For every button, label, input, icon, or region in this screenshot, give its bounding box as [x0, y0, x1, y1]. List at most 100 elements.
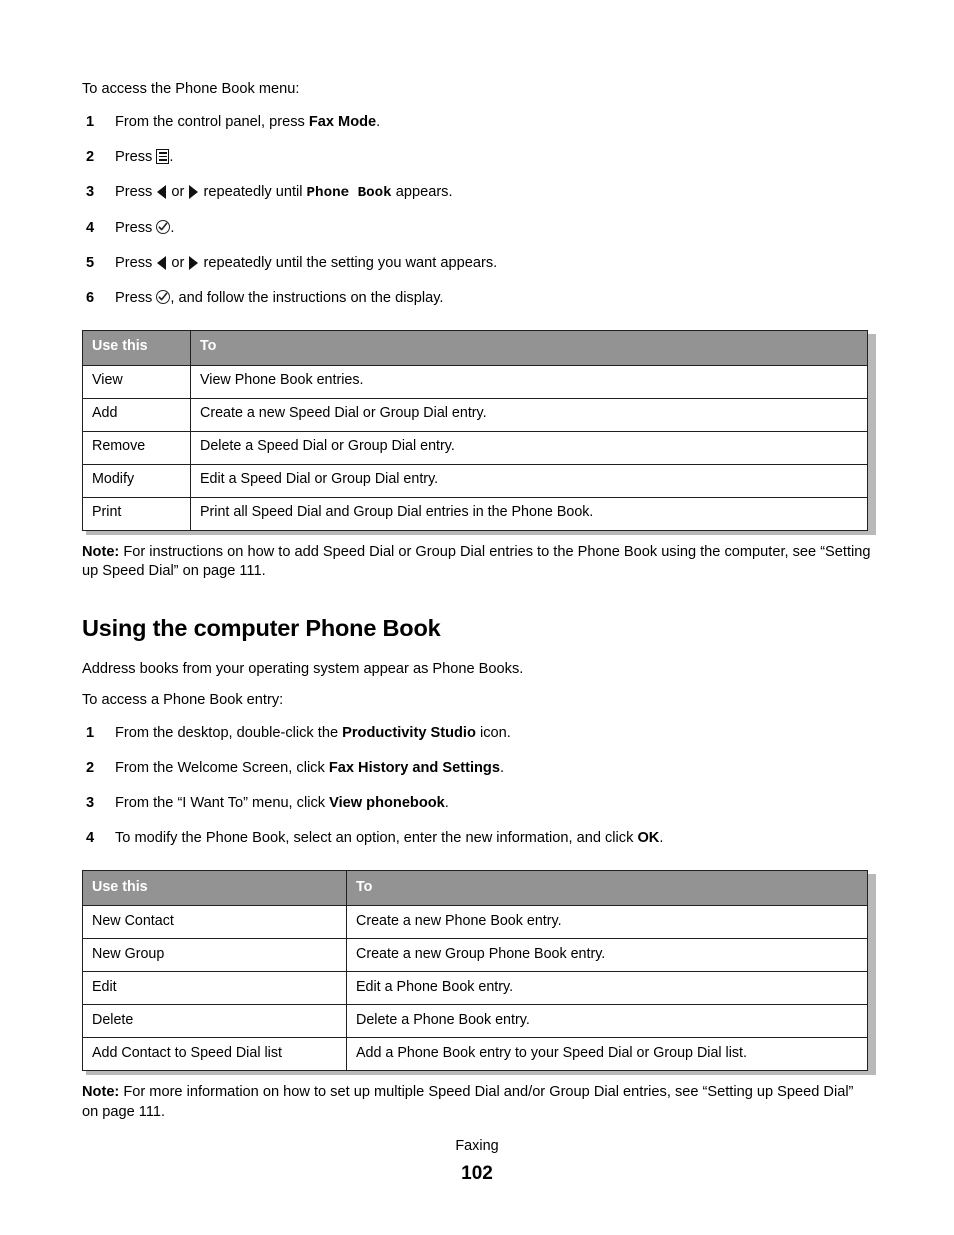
select-check-icon [156, 289, 171, 304]
arrow-left-icon [157, 185, 167, 200]
table-header-row: Use this To [82, 870, 868, 907]
control-panel-step-2: 2 Press . [82, 148, 872, 167]
control-panel-step-1: 1 From the control panel, press Fax Mode. [82, 113, 872, 132]
note-label: Note: [82, 543, 120, 560]
step-number: 6 [86, 289, 95, 306]
table-row: Print Print all Speed Dial and Group Dial… [82, 496, 868, 531]
step-text: From the “I Want To” menu, click View ph… [115, 795, 449, 812]
document-page: To access the Phone Book menu: 1 From the… [0, 0, 954, 1235]
option-description-cell: Add a Phone Book entry to your Speed Dia… [346, 1037, 868, 1072]
table-row: Edit Edit a Phone Book entry. [82, 971, 868, 1006]
step-number: 1 [86, 114, 95, 131]
option-description-cell: Create a new Speed Dial or Group Dial en… [190, 397, 868, 432]
option-description-cell: Edit a Speed Dial or Group Dial entry. [190, 463, 868, 498]
option-description-cell: Print all Speed Dial and Group Dial entr… [190, 496, 868, 531]
note-text: For instructions on how to add Speed Dia… [82, 543, 871, 580]
computer-phonebook-options-table: Use this To New Contact Create a new Phone… [82, 870, 868, 1072]
table-row: View View Phone Book entries. [82, 364, 868, 399]
computer-phonebook-steps-list: 1 From the desktop, double-click the Prod… [82, 724, 872, 848]
option-name-cell: Delete [82, 1004, 347, 1039]
step-text: From the control panel, press Fax Mode. [115, 114, 381, 131]
menu-icon [156, 149, 170, 165]
option-name-cell: New Contact [82, 905, 347, 940]
arrow-right-icon [189, 255, 199, 270]
computer-phonebook-step-4: 4 To modify the Phone Book, select an opt… [82, 829, 872, 848]
select-check-icon [156, 219, 171, 234]
control-panel-table-wrapper: Use this To View View Phone Book entries. A… [82, 329, 876, 535]
option-name-cell: Add Contact to Speed Dial list [82, 1037, 347, 1072]
step-number: 1 [86, 725, 95, 742]
step-number: 3 [86, 795, 95, 812]
note-label: Note: [82, 1084, 120, 1101]
option-name-cell: Remove [82, 430, 191, 465]
emphasis-text: OK [637, 830, 660, 847]
control-panel-step-4: 4 Press . [82, 219, 872, 238]
emphasis-text: View phonebook [329, 795, 445, 812]
page-content: To access the Phone Book menu: 1 From the… [82, 80, 876, 1123]
option-description-cell: Delete a Phone Book entry. [346, 1004, 868, 1039]
computer-phonebook-step-2: 2 From the Welcome Screen, click Fax Hist… [82, 759, 872, 778]
footer-page-number: 102 [461, 1163, 493, 1185]
computer-phonebook-table-wrapper: Use this To New Contact Create a new Phone… [82, 870, 876, 1076]
step-number: 2 [86, 149, 95, 166]
column-header-to: To [190, 329, 868, 366]
step-text: Press , and follow the instructions on t… [115, 289, 444, 306]
control-panel-steps-list: 1 From the control panel, press Fax Mode.… [82, 113, 872, 307]
note-text: For more information on how to set up mu… [82, 1084, 854, 1120]
option-description-cell: Create a new Phone Book entry. [346, 905, 868, 940]
emphasis-text: Productivity Studio [342, 725, 476, 742]
computer-phonebook-step-1: 1 From the desktop, double-click the Prod… [82, 724, 872, 743]
step-number: 3 [86, 184, 95, 201]
emphasis-text: Fax Mode [308, 114, 377, 131]
option-name-cell: New Group [82, 938, 347, 973]
computer-phonebook-step-3: 3 From the “I Want To” menu, click View p… [82, 794, 872, 813]
display-text: Phone Book [306, 185, 392, 202]
step-text: Press . [115, 219, 175, 236]
step-text: Press . [115, 149, 174, 166]
step-number: 2 [86, 760, 95, 777]
option-name-cell: View [82, 364, 191, 399]
table-row: Add Create a new Speed Dial or Group Dial… [82, 397, 868, 432]
table-row: Modify Edit a Speed Dial or Group Dial en… [82, 463, 868, 498]
column-header-use-this: Use this [82, 329, 191, 366]
table-row: Delete Delete a Phone Book entry. [82, 1004, 868, 1039]
table-row: New Contact Create a new Phone Book entry… [82, 905, 868, 940]
column-header-use-this: Use this [82, 870, 347, 907]
option-description-cell: Create a new Group Phone Book entry. [346, 938, 868, 973]
section-body-line: Address books from your operating system… [82, 660, 524, 677]
page-footer: Faxing 102 [0, 1138, 954, 1186]
step-number: 4 [86, 219, 95, 236]
option-description-cell: Edit a Phone Book entry. [346, 971, 868, 1006]
footer-breadcrumb: Faxing [455, 1138, 499, 1154]
table-row: Remove Delete a Speed Dial or Group Dial … [82, 430, 868, 465]
step-text: Press or repeatedly until Phone Book app… [115, 184, 453, 202]
step-text: To modify the Phone Book, select an opti… [115, 830, 664, 847]
computer-steps-intro-line: To access a Phone Book entry: [82, 692, 284, 709]
table-row: Add Contact to Speed Dial list Add a Phon… [82, 1037, 868, 1072]
note-control-panel: Note: For instructions on how to add Spe… [82, 543, 872, 582]
control-panel-step-3: 3 Press or repeatedly until Phone Book ap… [82, 183, 872, 202]
section-heading: Using the computer Phone Book [82, 614, 441, 641]
option-name-cell: Add [82, 397, 191, 432]
column-header-to: To [346, 870, 868, 907]
arrow-right-icon [189, 185, 199, 200]
arrow-left-icon [157, 255, 167, 270]
step-text: From the desktop, double-click the Produ… [115, 725, 511, 742]
table-header-row: Use this To [82, 329, 868, 366]
option-name-cell: Print [82, 496, 191, 531]
control-panel-intro-line: To access the Phone Book menu: [82, 81, 300, 97]
step-text: From the Welcome Screen, click Fax Histo… [115, 760, 505, 777]
control-panel-step-5: 5 Press or repeatedly until the setting y… [82, 254, 872, 273]
option-name-cell: Modify [82, 463, 191, 498]
emphasis-text: Fax History and Settings [328, 760, 500, 777]
control-panel-step-6: 6 Press , and follow the instructions on … [82, 289, 872, 308]
step-number: 4 [86, 830, 95, 847]
option-description-cell: Delete a Speed Dial or Group Dial entry. [190, 430, 868, 465]
step-text: Press or repeatedly until the setting yo… [115, 254, 498, 271]
control-panel-options-table: Use this To View View Phone Book entries. A… [82, 329, 868, 531]
step-number: 5 [86, 254, 95, 271]
option-description-cell: View Phone Book entries. [190, 364, 868, 399]
table-row: New Group Create a new Group Phone Book e… [82, 938, 868, 973]
note-computer-phonebook: Note: For more information on how to set… [82, 1083, 872, 1122]
option-name-cell: Edit [82, 971, 347, 1006]
